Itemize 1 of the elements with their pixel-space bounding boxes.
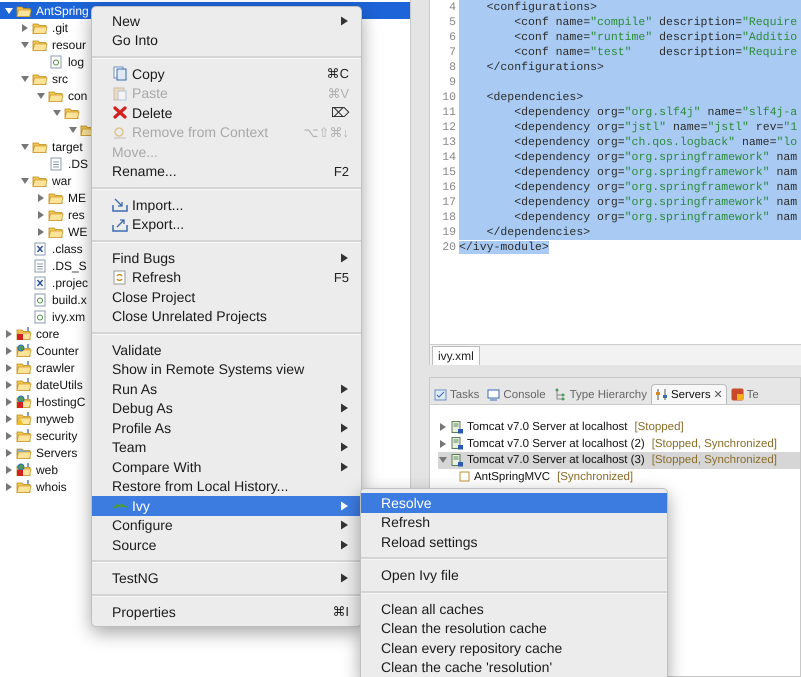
code-line: 20 </ivy-module> bbox=[441, 240, 550, 255]
